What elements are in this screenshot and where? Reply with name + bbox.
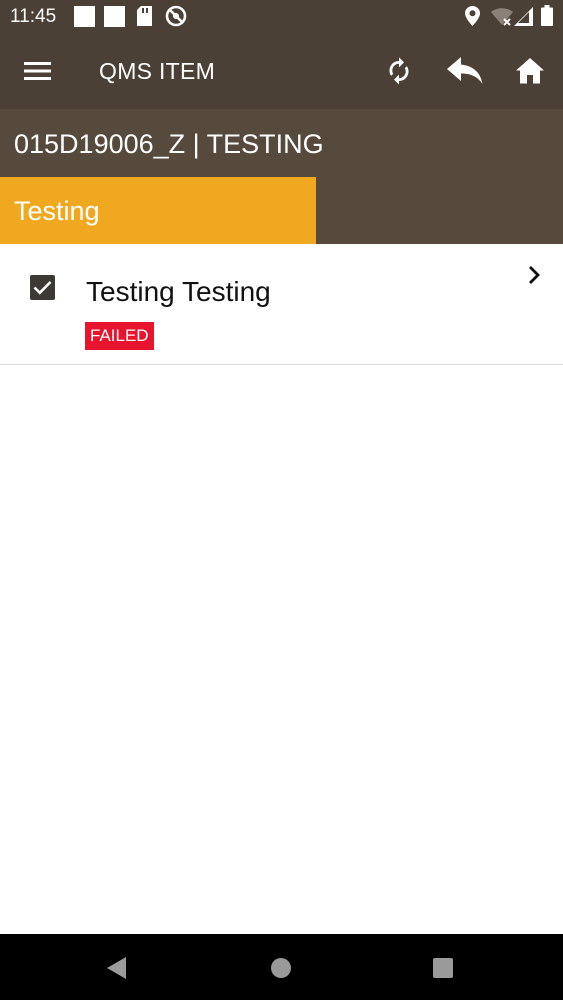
back-icon <box>107 957 126 979</box>
battery-icon <box>541 5 553 26</box>
item-list: Testing Testing FAILED <box>0 244 563 365</box>
app-title: QMS ITEM <box>99 58 216 84</box>
notification-square-icon <box>104 6 125 27</box>
navigation-bar <box>0 934 563 1000</box>
tab-label: Testing <box>14 196 100 226</box>
sync-button[interactable] <box>379 51 419 91</box>
reply-icon <box>447 57 483 84</box>
reply-button[interactable] <box>445 51 485 91</box>
record-header: 015D19006_Z | TESTING <box>0 109 563 177</box>
status-time: 11:45 <box>10 6 57 27</box>
recents-button[interactable] <box>426 951 460 985</box>
checkmark-icon <box>33 281 52 295</box>
chevron-right-icon[interactable] <box>523 264 545 286</box>
home-nav-button[interactable] <box>264 951 298 985</box>
status-bar: 11:45 <box>0 0 563 33</box>
notification-square-icon <box>74 6 95 27</box>
tab-bar: Testing <box>0 177 563 244</box>
app-screen: 11:45 QMS ITEM 015D19006_Z | TESTING Tes… <box>0 0 563 1000</box>
wifi-off-icon <box>491 8 513 26</box>
home-icon <box>516 58 544 84</box>
app-bar: QMS ITEM <box>0 33 563 109</box>
home-button[interactable] <box>510 51 550 91</box>
do-not-disturb-icon <box>165 5 187 27</box>
item-checkbox[interactable] <box>30 275 55 300</box>
status-badge: FAILED <box>85 322 154 350</box>
tab-testing[interactable]: Testing <box>0 177 316 244</box>
sd-card-icon <box>137 6 152 26</box>
sync-icon <box>389 57 409 85</box>
location-icon <box>465 6 480 26</box>
menu-button[interactable] <box>18 51 58 91</box>
back-button[interactable] <box>100 951 134 985</box>
list-item[interactable]: Testing Testing FAILED <box>0 244 563 365</box>
tab-secondary[interactable] <box>316 177 563 244</box>
signal-icon <box>514 7 533 26</box>
home-circle-icon <box>271 958 291 978</box>
menu-icon <box>24 62 51 80</box>
recents-square-icon <box>433 958 453 978</box>
record-title: 015D19006_Z | TESTING <box>14 129 324 159</box>
item-title: Testing Testing <box>86 276 271 307</box>
